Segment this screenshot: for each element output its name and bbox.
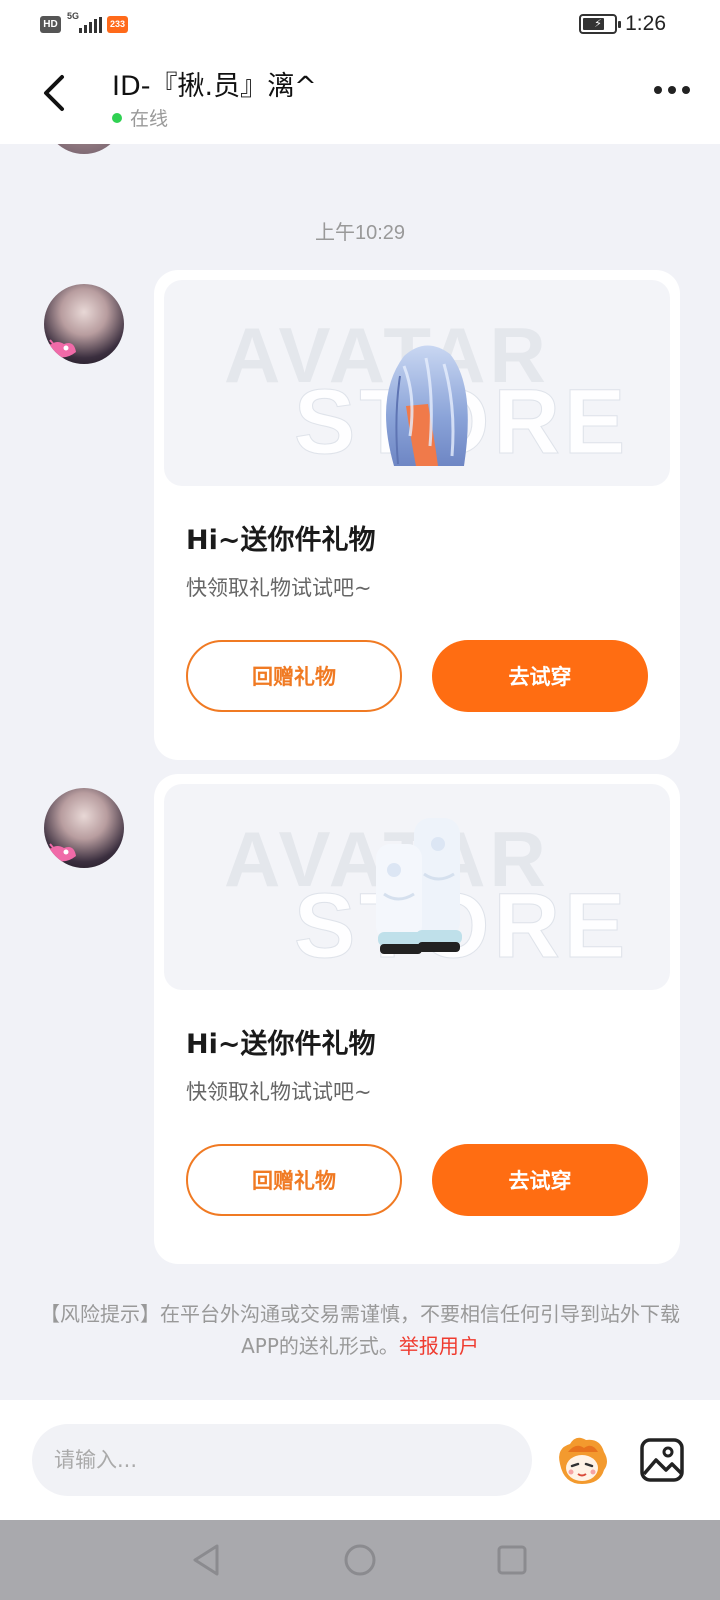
card-title: Hi~送你件礼物 [186, 525, 376, 556]
message-input-container[interactable] [32, 1424, 532, 1496]
boots-gift-image [376, 818, 462, 954]
input-bar [0, 1400, 720, 1520]
system-navigation-bar [0, 1520, 720, 1600]
card-subtitle: 快领取礼物试试吧~ [186, 1080, 372, 1104]
notification-badge: 233 [107, 15, 129, 33]
try-on-button[interactable]: 去试穿 [432, 640, 648, 712]
chat-area[interactable]: 上午10:29 AVATAR STORE [0, 144, 720, 1400]
chat-header: ID-『揪.员』漓^ 在线 [0, 48, 720, 144]
nav-back-icon [193, 1544, 219, 1576]
message-input[interactable] [54, 1448, 532, 1472]
network-type: 5G [67, 11, 80, 21]
status-icons-left: HD 5G 233 [40, 11, 129, 35]
charging-icon: ⚡ [594, 17, 602, 30]
report-user-link[interactable]: 举报用户 [399, 1334, 479, 1358]
signal-indicator: 5G [67, 11, 102, 35]
message-timestamp: 上午10:29 [314, 222, 406, 244]
online-status-text: 在线 [130, 108, 169, 130]
gift-image[interactable]: AVATAR STORE [164, 784, 670, 990]
sender-avatar[interactable] [44, 788, 124, 868]
hd-badge: HD [40, 15, 61, 33]
gift-message-card[interactable]: AVATAR STORE Hi~送你件礼物 快领取礼物试试吧~ 回赠礼物 去试穿 [154, 270, 680, 760]
online-dot-icon [112, 112, 122, 123]
battery-icon: ⚡ [579, 14, 622, 34]
nav-home-button[interactable] [340, 1540, 380, 1580]
nav-recent-button[interactable] [492, 1540, 532, 1580]
chevron-left-icon [44, 75, 64, 111]
more-icon [654, 86, 662, 94]
try-on-button[interactable]: 去试穿 [432, 1144, 648, 1216]
avatar[interactable] [44, 144, 124, 154]
return-gift-button[interactable]: 回赠礼物 [186, 1144, 402, 1216]
risk-notice-text: 【风险提示】在平台外沟通或交易需谨慎，不要相信任何引导到站外下载APP的送礼形式… [40, 1302, 680, 1358]
hair-gift-image [386, 345, 468, 466]
card-subtitle: 快领取礼物试试吧~ [186, 576, 372, 600]
nav-home-icon [344, 1544, 376, 1576]
signal-icon [79, 17, 102, 33]
emoji-mascot-icon[interactable] [554, 1434, 610, 1486]
gift-image[interactable]: AVATAR STORE [164, 280, 670, 486]
sender-avatar[interactable] [44, 284, 124, 364]
online-status: 在线 [112, 104, 168, 131]
back-button[interactable] [32, 68, 76, 118]
gift-message-card[interactable]: AVATAR STORE Hi~送你件礼物 快领取礼物试试吧~ 回赠礼物 去试穿 [154, 774, 680, 1264]
avatar-decoration-icon [46, 843, 76, 862]
clock: 1:26 [625, 12, 666, 35]
status-bar: HD 5G 233 ⚡ 1:26 [0, 0, 720, 48]
nav-back-button[interactable] [186, 1540, 226, 1580]
avatar-decoration-icon [46, 339, 76, 358]
page-title[interactable]: ID-『揪.员』漓^ [112, 64, 317, 103]
risk-notice: 【风险提示】在平台外沟通或交易需谨慎，不要相信任何引导到站外下载APP的送礼形式… [40, 1298, 680, 1362]
more-button[interactable] [654, 86, 690, 94]
return-gift-button[interactable]: 回赠礼物 [186, 640, 402, 712]
image-icon[interactable] [638, 1436, 686, 1484]
status-icons-right: ⚡ 1:26 [579, 12, 666, 36]
nav-recent-icon [497, 1545, 527, 1575]
card-title: Hi~送你件礼物 [186, 1029, 376, 1060]
